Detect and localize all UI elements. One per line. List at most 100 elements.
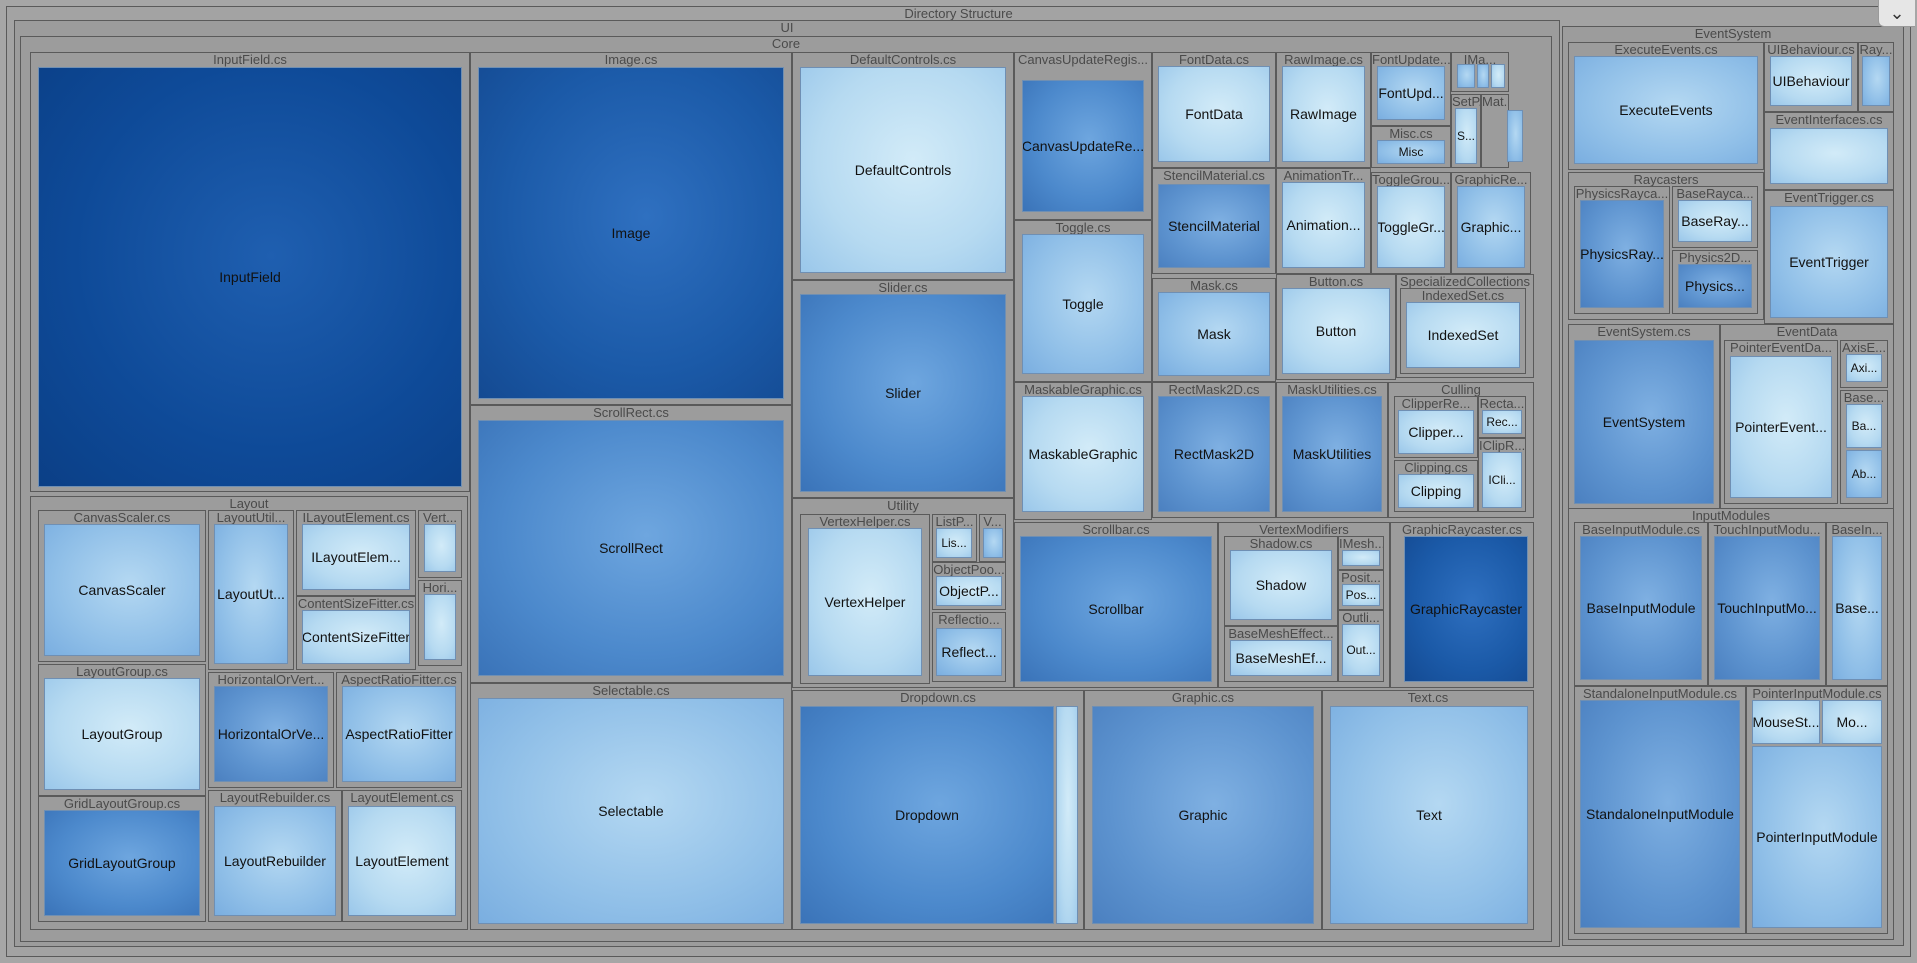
leaf-ima-b[interactable] xyxy=(1477,64,1489,88)
leaf-basein[interactable]: Base... xyxy=(1832,536,1882,680)
leaf-graphicre[interactable]: Graphic... xyxy=(1457,186,1525,268)
leaf-slider[interactable]: Slider xyxy=(800,294,1006,492)
group-label: InputField.cs xyxy=(213,53,287,67)
leaf-selectable[interactable]: Selectable xyxy=(478,698,784,924)
leaf-fontdata[interactable]: FontData xyxy=(1158,66,1270,162)
leaf-v-leaf[interactable] xyxy=(983,528,1003,558)
leaf-layoutelement[interactable]: LayoutElement xyxy=(348,806,456,916)
group-label: UIBehaviour.cs xyxy=(1767,43,1855,57)
leaf-horizontalorvert[interactable]: HorizontalOrVe... xyxy=(214,686,328,782)
leaf-reflection[interactable]: Reflect... xyxy=(936,628,1002,676)
leaf-maskutilities[interactable]: MaskUtilities xyxy=(1282,396,1382,512)
leaf-outli[interactable]: Out... xyxy=(1342,624,1380,676)
leaf-ima-a[interactable] xyxy=(1457,64,1475,88)
leaf-iclipr[interactable]: ICli... xyxy=(1482,452,1522,508)
leaf-vert[interactable] xyxy=(424,524,456,572)
leaf-rawimage[interactable]: RawImage xyxy=(1282,66,1365,162)
group-label: StandaloneInputModule.cs xyxy=(1583,687,1737,701)
group-label: Raycasters xyxy=(1633,173,1699,187)
group-label: LayoutRebuilder.cs xyxy=(219,791,331,805)
group-label: LayoutGroup.cs xyxy=(76,665,168,679)
leaf-base-b[interactable]: Ab... xyxy=(1846,450,1882,498)
leaf-graphicraycaster[interactable]: GraphicRaycaster xyxy=(1404,536,1528,682)
leaf-clipperre[interactable]: Clipper... xyxy=(1398,410,1474,454)
group-label: PointerInputModule.cs xyxy=(1752,687,1882,701)
leaf-mat[interactable] xyxy=(1507,110,1523,162)
leaf-clipping[interactable]: Clipping xyxy=(1398,474,1474,508)
leaf-canvasupdateregistry[interactable]: CanvasUpdateRe... xyxy=(1022,80,1144,212)
leaf-basemesheffect[interactable]: BaseMeshEf... xyxy=(1230,640,1332,676)
leaf-imesh[interactable] xyxy=(1342,550,1380,566)
leaf-button[interactable]: Button xyxy=(1282,288,1390,374)
collapse-icon[interactable]: ⌄ xyxy=(1878,0,1915,27)
leaf-layoututil[interactable]: LayoutUt... xyxy=(214,524,288,664)
leaf-physics2d[interactable]: Physics... xyxy=(1678,264,1752,308)
leaf-dropdown[interactable]: Dropdown xyxy=(800,706,1054,924)
leaf-mo[interactable]: Mo... xyxy=(1822,700,1882,744)
leaf-ima-c[interactable] xyxy=(1491,64,1505,88)
leaf-text[interactable]: Text xyxy=(1330,706,1528,924)
leaf-ilayoutelement[interactable]: ILayoutElem... xyxy=(302,524,410,590)
leaf-graphic[interactable]: Graphic xyxy=(1092,706,1314,924)
group-label: AnimationTr... xyxy=(1283,169,1364,183)
leaf-inputfield[interactable]: InputField xyxy=(38,67,462,487)
group-label: RawImage.cs xyxy=(1284,53,1363,67)
group-label: GraphicRaycaster.cs xyxy=(1402,523,1522,537)
leaf-contentsizefitter[interactable]: ContentSizeFitter xyxy=(302,610,410,664)
leaf-objectpool[interactable]: ObjectP... xyxy=(936,576,1002,606)
leaf-axise[interactable]: Axi... xyxy=(1846,354,1882,382)
leaf-vertexhelper[interactable]: VertexHelper xyxy=(808,528,922,676)
leaf-uibehaviour[interactable]: UIBehaviour xyxy=(1770,56,1852,106)
group-label: Layout xyxy=(229,497,269,511)
leaf-misc[interactable]: Misc xyxy=(1377,140,1445,164)
leaf-mask[interactable]: Mask xyxy=(1158,292,1270,376)
leaf-togglegroup[interactable]: ToggleGr... xyxy=(1377,186,1445,268)
leaf-animationtr[interactable]: Animation... xyxy=(1282,182,1365,268)
leaf-stencilmaterial[interactable]: StencilMaterial xyxy=(1158,184,1270,268)
leaf-layoutgroup[interactable]: LayoutGroup xyxy=(44,678,200,790)
leaf-physicsraycaster[interactable]: PhysicsRay... xyxy=(1580,200,1664,308)
group-label: Directory Structure xyxy=(904,7,1013,21)
leaf-indexedset[interactable]: IndexedSet xyxy=(1406,302,1520,368)
leaf-setp[interactable]: S... xyxy=(1455,108,1477,164)
leaf-standaloneinputmodule[interactable]: StandaloneInputModule xyxy=(1580,700,1740,928)
leaf-maskablegraphic[interactable]: MaskableGraphic xyxy=(1022,396,1144,512)
leaf-posit[interactable]: Pos... xyxy=(1342,584,1380,606)
leaf-pointerinputmodule[interactable]: PointerInputModule xyxy=(1752,746,1882,928)
leaf-rectmask2d[interactable]: RectMask2D xyxy=(1158,396,1270,512)
group-label: Text.cs xyxy=(1407,691,1449,705)
leaf-scrollbar[interactable]: Scrollbar xyxy=(1020,536,1212,682)
leaf-ray[interactable] xyxy=(1862,56,1890,106)
leaf-baseinputmodule[interactable]: BaseInputModule xyxy=(1580,536,1702,680)
leaf-recta[interactable]: Rec... xyxy=(1482,410,1522,434)
leaf-fontupdate[interactable]: FontUpd... xyxy=(1377,66,1445,120)
leaf-baseraycaster[interactable]: BaseRay... xyxy=(1678,200,1752,242)
leaf-hori[interactable] xyxy=(424,594,456,660)
leaf-aspectratiofitter[interactable]: AspectRatioFitter xyxy=(342,686,456,782)
group-label: EventSystem xyxy=(1694,27,1772,41)
leaf-canvasscaler[interactable]: CanvasScaler xyxy=(44,524,200,656)
leaf-eventinterfaces[interactable] xyxy=(1770,128,1888,184)
leaf-shadow[interactable]: Shadow xyxy=(1230,550,1332,620)
leaf-scrollrect[interactable]: ScrollRect xyxy=(478,420,784,676)
leaf-pointereventdata[interactable]: PointerEvent... xyxy=(1730,356,1832,498)
group-label: Scrollbar.cs xyxy=(1082,523,1150,537)
leaf-base-a[interactable]: Ba... xyxy=(1846,404,1882,448)
leaf-touchinputmodule[interactable]: TouchInputMo... xyxy=(1714,536,1820,680)
leaf-toggle[interactable]: Toggle xyxy=(1022,234,1144,374)
leaf-eventtrigger[interactable]: EventTrigger xyxy=(1770,206,1888,318)
leaf-defaultcontrols[interactable]: DefaultControls xyxy=(800,67,1006,273)
group-label: Slider.cs xyxy=(878,281,928,295)
leaf-executeevents[interactable]: ExecuteEvents xyxy=(1574,56,1758,164)
leaf-eventsystem-leaf[interactable]: EventSystem xyxy=(1574,340,1714,504)
leaf-dropdown-side[interactable] xyxy=(1056,706,1078,924)
group-label: Mat... xyxy=(1482,95,1508,109)
group-label: BaseInputModule.cs xyxy=(1582,523,1700,537)
leaf-image[interactable]: Image xyxy=(478,67,784,399)
group-mat-cs[interactable]: Mat... xyxy=(1481,94,1509,168)
leaf-mousestate[interactable]: MouseSt... xyxy=(1752,700,1820,744)
leaf-listpool[interactable]: Lis... xyxy=(936,528,972,558)
leaf-layoutrebuilder[interactable]: LayoutRebuilder xyxy=(214,806,336,916)
leaf-gridlayoutgroup[interactable]: GridLayoutGroup xyxy=(44,810,200,916)
group-label: InputModules xyxy=(1691,509,1771,523)
